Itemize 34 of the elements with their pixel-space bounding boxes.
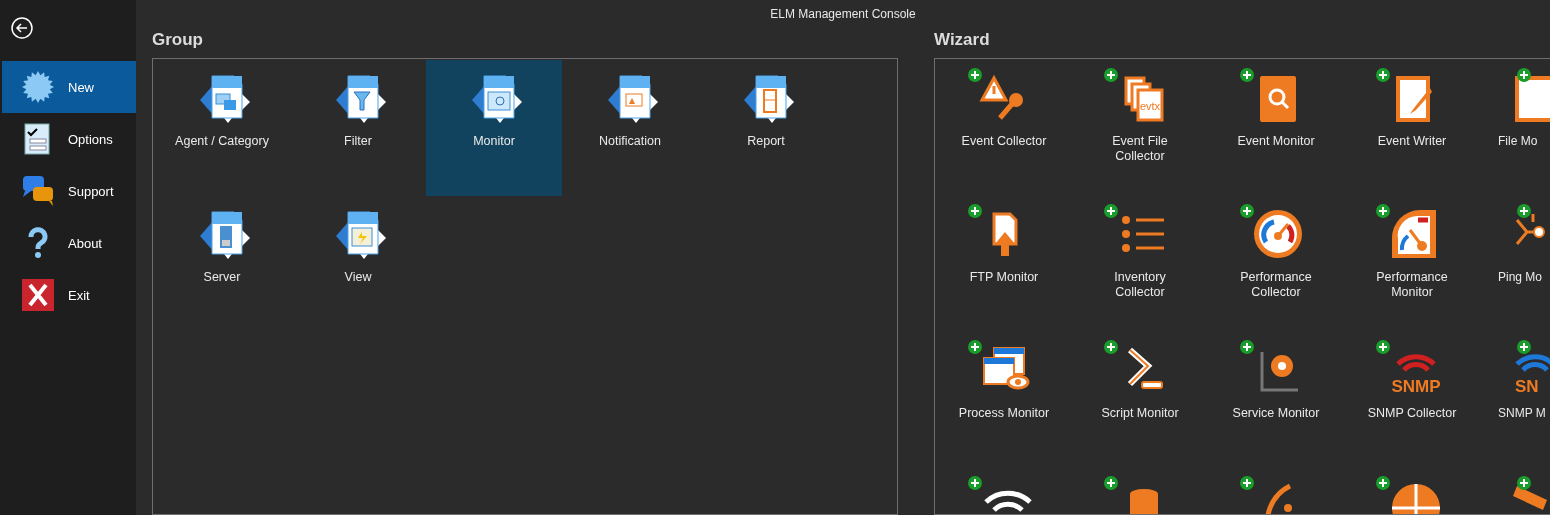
group-tile[interactable]: Filter bbox=[290, 60, 426, 196]
sidebar-item[interactable]: Exit bbox=[2, 269, 136, 321]
wizard-label[interactable]: Event Monitor bbox=[1237, 134, 1315, 149]
wizard-label[interactable]: FTP Monitor bbox=[969, 270, 1039, 285]
wizard-label[interactable]: Script Monitor bbox=[1101, 406, 1179, 421]
section-heading: Wizard bbox=[934, 29, 991, 51]
section-heading: Group bbox=[152, 29, 204, 51]
wizard-label[interactable]: File Mo bbox=[1498, 134, 1538, 149]
wizard-label[interactable]: Performance Collector bbox=[1227, 270, 1325, 300]
sidebar-item[interactable]: Support bbox=[2, 165, 136, 217]
wizard-label[interactable]: Process Monitor bbox=[958, 406, 1050, 421]
wizard-label[interactable]: Performance Monitor bbox=[1363, 270, 1461, 300]
group-tile[interactable]: Server bbox=[154, 196, 290, 332]
wizard-label[interactable]: Event Collector bbox=[961, 134, 1047, 149]
group-tile[interactable]: Report bbox=[698, 60, 834, 196]
starburst-icon bbox=[22, 71, 54, 103]
sidebar-item[interactable]: Options bbox=[2, 113, 136, 165]
back-button[interactable] bbox=[10, 16, 34, 40]
group-tile[interactable]: Monitor bbox=[426, 60, 562, 196]
group-tile[interactable]: View bbox=[290, 196, 426, 332]
group-tile[interactable]: Agent / Category bbox=[154, 60, 290, 196]
wizard-label[interactable]: Service Monitor bbox=[1232, 406, 1320, 421]
wizard-label[interactable]: Inventory Collector bbox=[1091, 270, 1189, 300]
window-title: ELM Management Console bbox=[769, 6, 917, 23]
chat-bubbles-icon bbox=[22, 175, 54, 207]
wizard-label[interactable]: Event Writer bbox=[1377, 134, 1447, 149]
sidebar-item[interactable]: New bbox=[2, 61, 136, 113]
sidebar-item[interactable]: About bbox=[2, 217, 136, 269]
wizard-label[interactable]: SNMP Collector bbox=[1367, 406, 1457, 421]
group-tile[interactable]: Notification bbox=[562, 60, 698, 196]
wizard-label[interactable]: SNMP M bbox=[1498, 406, 1546, 421]
wizard-label[interactable]: Event File Collector bbox=[1091, 134, 1189, 164]
wizard-label[interactable]: Ping Mo bbox=[1498, 270, 1543, 285]
exit-icon bbox=[22, 279, 54, 311]
